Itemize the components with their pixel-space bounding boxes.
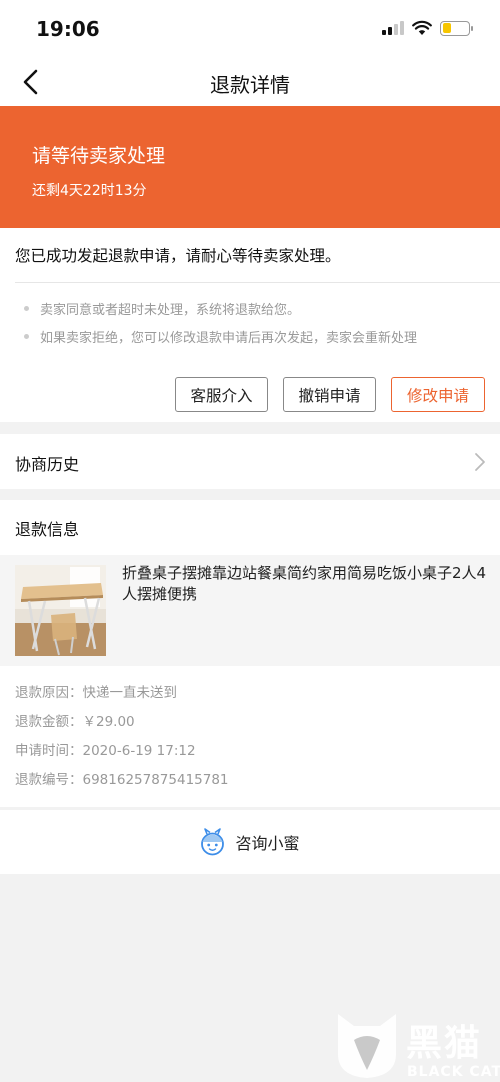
wifi-icon bbox=[412, 20, 432, 35]
tip-item: 如果卖家拒绝，您可以修改退款申请后再次发起，卖家会重新处理 bbox=[23, 327, 417, 346]
divider bbox=[15, 282, 500, 283]
negotiation-history-row[interactable]: 协商历史 bbox=[0, 434, 500, 489]
product-thumbnail bbox=[15, 565, 106, 656]
consult-assistant-button[interactable]: 咨询小蜜 bbox=[0, 810, 500, 874]
info-label: 退款编号： bbox=[15, 772, 83, 788]
battery-icon bbox=[440, 20, 473, 36]
watermark-cn: 黑猫 bbox=[406, 1023, 483, 1064]
watermark-en: BLACK CAT bbox=[407, 1064, 500, 1080]
consult-label: 咨询小蜜 bbox=[235, 834, 300, 853]
info-label: 退款原因： bbox=[15, 685, 83, 701]
status-banner: 请等待卖家处理 还剩4天22时13分 bbox=[0, 106, 500, 228]
chevron-right-icon bbox=[475, 453, 485, 471]
black-cat-logo-icon bbox=[338, 1014, 396, 1078]
page-title: 退款详情 bbox=[210, 73, 290, 97]
nav-bar: 退款详情 bbox=[0, 58, 500, 106]
cellular-signal-icon bbox=[382, 21, 404, 35]
status-message: 您已成功发起退款申请，请耐心等待卖家处理。 bbox=[15, 247, 341, 265]
info-row-reason: 退款原因：快递一直未送到 bbox=[15, 682, 229, 711]
info-row-number: 退款编号：69816257875415781 bbox=[15, 769, 229, 798]
info-value: 快递一直未送到 bbox=[82, 685, 178, 701]
countdown-text: 还剩4天22时13分 bbox=[32, 183, 147, 199]
info-label: 申请时间： bbox=[15, 743, 83, 759]
banner-title: 请等待卖家处理 bbox=[32, 145, 166, 167]
modify-request-button[interactable]: 修改申请 bbox=[391, 377, 485, 412]
watermark: 黑猫 BLACK CAT bbox=[334, 1010, 500, 1082]
customer-service-button[interactable]: 客服介入 bbox=[175, 377, 268, 412]
info-value: 69816257875415781 bbox=[82, 772, 229, 788]
info-value: 2020-6-19 17:12 bbox=[82, 743, 196, 759]
product-name: 折叠桌子摆摊靠边站餐桌简约家用简易吃饭小桌子2人4人摆摊便携 bbox=[122, 564, 487, 603]
info-label: 退款金额： bbox=[15, 714, 83, 730]
status-time: 19:06 bbox=[36, 17, 100, 41]
status-bar: 19:06 bbox=[0, 0, 500, 58]
history-label: 协商历史 bbox=[15, 455, 80, 474]
refund-info-card: 退款信息 折叠桌子摆摊靠边站餐桌简约家用简易吃饭小桌子2人4人摆摊便携 退款原因… bbox=[0, 500, 500, 807]
status-icons bbox=[382, 20, 473, 36]
info-row-time: 申请时间：2020-6-19 17:12 bbox=[15, 740, 229, 769]
assistant-avatar-icon bbox=[201, 828, 225, 856]
section-title: 退款信息 bbox=[15, 520, 80, 539]
tip-item: 卖家同意或者超时未处理，系统将退款给您。 bbox=[23, 299, 300, 318]
info-value: ￥29.00 bbox=[82, 714, 135, 730]
refund-details: 退款原因：快递一直未送到 退款金额：￥29.00 申请时间：2020-6-19 … bbox=[15, 682, 229, 798]
info-row-amount: 退款金额：￥29.00 bbox=[15, 711, 229, 740]
product-item[interactable]: 折叠桌子摆摊靠边站餐桌简约家用简易吃饭小桌子2人4人摆摊便携 bbox=[0, 555, 500, 666]
refund-status-card: 您已成功发起退款申请，请耐心等待卖家处理。 卖家同意或者超时未处理，系统将退款给… bbox=[0, 228, 500, 422]
cancel-request-button[interactable]: 撤销申请 bbox=[283, 377, 376, 412]
